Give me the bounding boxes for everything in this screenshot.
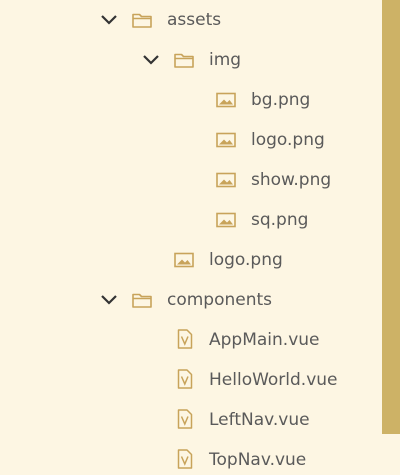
tree-item-logo-png[interactable]: logo.png bbox=[0, 120, 382, 160]
folder-icon bbox=[173, 49, 195, 71]
tree-item-components-folder[interactable]: components bbox=[0, 280, 382, 320]
tree-item-label: logo.png bbox=[251, 130, 325, 150]
image-file-icon bbox=[173, 249, 195, 271]
folder-icon bbox=[131, 9, 153, 31]
tree-item-assets-folder[interactable]: assets bbox=[0, 0, 382, 40]
tree-item-helloworld-vue[interactable]: HelloWorld.vue bbox=[0, 360, 382, 400]
chevron-down-icon[interactable] bbox=[98, 289, 120, 311]
tree-item-label: TopNav.vue bbox=[209, 450, 307, 470]
tree-item-img-folder[interactable]: img bbox=[0, 40, 382, 80]
tree-item-label: img bbox=[209, 50, 242, 70]
tree-item-appmain-vue[interactable]: AppMain.vue bbox=[0, 320, 382, 360]
image-file-icon bbox=[215, 169, 237, 191]
tree-item-label: components bbox=[167, 290, 273, 310]
folder-icon bbox=[131, 289, 153, 311]
tree-item-show-png[interactable]: show.png bbox=[0, 160, 382, 200]
tree-item-label: show.png bbox=[251, 170, 332, 190]
tree-item-label: assets bbox=[167, 10, 222, 30]
vue-file-icon bbox=[174, 368, 196, 390]
chevron-down-icon[interactable] bbox=[140, 49, 162, 71]
scrollbar-thumb[interactable] bbox=[382, 0, 400, 434]
tree-item-bg-png[interactable]: bg.png bbox=[0, 80, 382, 120]
tree-item-logo-png[interactable]: logo.png bbox=[0, 240, 382, 280]
tree-item-label: HelloWorld.vue bbox=[209, 370, 338, 390]
tree-item-label: sq.png bbox=[251, 210, 309, 230]
tree-item-label: LeftNav.vue bbox=[209, 410, 310, 430]
vertical-scrollbar[interactable] bbox=[382, 0, 400, 475]
tree-item-label: logo.png bbox=[209, 250, 283, 270]
vue-file-icon bbox=[174, 408, 196, 430]
file-explorer-tree: assets img bg.png logo.png show.png sq.p… bbox=[0, 0, 382, 475]
image-file-icon bbox=[215, 129, 237, 151]
tree-item-label: bg.png bbox=[251, 90, 311, 110]
image-file-icon bbox=[215, 209, 237, 231]
chevron-down-icon[interactable] bbox=[98, 9, 120, 31]
vue-file-icon bbox=[174, 328, 196, 350]
image-file-icon bbox=[215, 89, 237, 111]
tree-item-leftnav-vue[interactable]: LeftNav.vue bbox=[0, 400, 382, 440]
tree-item-label: AppMain.vue bbox=[209, 330, 320, 350]
tree-item-topnav-vue[interactable]: TopNav.vue bbox=[0, 440, 382, 475]
tree-item-sq-png[interactable]: sq.png bbox=[0, 200, 382, 240]
vue-file-icon bbox=[174, 448, 196, 470]
